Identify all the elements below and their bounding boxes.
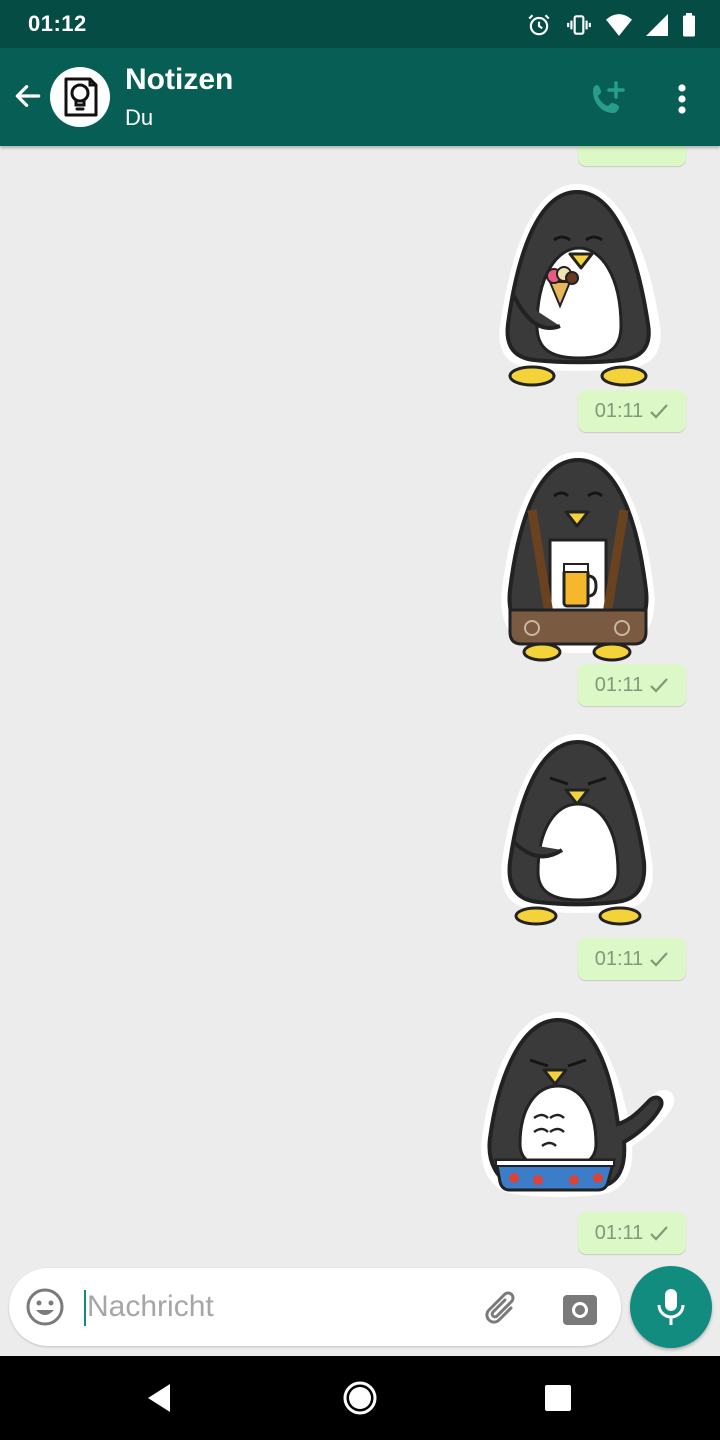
mic-icon: [657, 1289, 685, 1325]
message-timestamp: 01:11: [578, 664, 686, 706]
alarm-icon: [526, 12, 552, 38]
paperclip-icon: [485, 1291, 515, 1324]
back-triangle-icon: [148, 1384, 170, 1412]
add-call-icon: [593, 81, 625, 113]
timestamp-text: 01:11: [594, 673, 644, 696]
nav-recents-button[interactable]: [540, 1380, 576, 1416]
message-timestamp-partial: [578, 146, 686, 166]
chat-title[interactable]: Notizen: [125, 63, 233, 97]
penguin-grumpy-image: [501, 734, 653, 926]
back-button[interactable]: [8, 76, 48, 116]
home-circle-icon: [343, 1381, 377, 1415]
sticker-penguin-ice-cream[interactable]: [492, 176, 662, 396]
sticker-penguin-pants[interactable]: [478, 1008, 678, 1204]
sent-check-icon: [650, 678, 669, 693]
system-nav-bar: [0, 1356, 720, 1440]
add-call-button[interactable]: [584, 76, 630, 122]
cell-signal-icon: [646, 14, 668, 36]
recents-square-icon: [545, 1385, 571, 1411]
chat-subtitle: Du: [125, 105, 154, 130]
sticker-penguin-grumpy[interactable]: [496, 732, 658, 932]
status-time: 01:12: [28, 11, 87, 36]
status-bar: 01:12: [0, 0, 720, 48]
voice-message-button[interactable]: [630, 1266, 712, 1348]
battery-icon: [682, 13, 696, 37]
sent-check-icon: [650, 952, 669, 967]
timestamp-text: 01:11: [594, 1221, 644, 1244]
sent-check-icon: [650, 1226, 669, 1241]
message-timestamp: 01:11: [578, 390, 686, 432]
emoji-button[interactable]: [25, 1287, 65, 1327]
wifi-icon: [606, 13, 632, 37]
emoji-icon: [26, 1288, 64, 1326]
timestamp-text: 01:11: [594, 399, 644, 422]
nav-back-button[interactable]: [140, 1378, 180, 1418]
attach-button[interactable]: [481, 1286, 525, 1330]
message-timestamp: 01:11: [578, 938, 686, 980]
message-input[interactable]: [87, 1282, 467, 1332]
text-caret: [84, 1290, 86, 1326]
lightbulb-note-icon: [64, 77, 98, 117]
nav-home-button[interactable]: [340, 1378, 380, 1418]
message-timestamp: 01:11: [578, 1212, 686, 1254]
status-icons: [526, 12, 696, 38]
sent-check-icon: [650, 404, 669, 419]
more-vert-icon: [678, 84, 686, 114]
message-list[interactable]: 01:11 01:11 01:11 01:11: [0, 146, 720, 1264]
timestamp-text: 01:11: [594, 947, 644, 970]
vibrate-icon: [566, 12, 592, 38]
camera-icon: [563, 1295, 597, 1325]
arrow-back-icon: [15, 85, 41, 107]
sticker-penguin-lederhosen[interactable]: [496, 450, 660, 666]
penguin-ice-cream-image: [499, 184, 661, 387]
camera-button[interactable]: [559, 1287, 601, 1329]
chat-header: Notizen Du: [0, 48, 720, 146]
avatar[interactable]: [50, 67, 110, 127]
penguin-pants-image: [481, 1012, 675, 1197]
more-options-button[interactable]: [660, 76, 704, 122]
penguin-lederhosen-image: [501, 452, 655, 662]
message-composer: [9, 1268, 621, 1346]
